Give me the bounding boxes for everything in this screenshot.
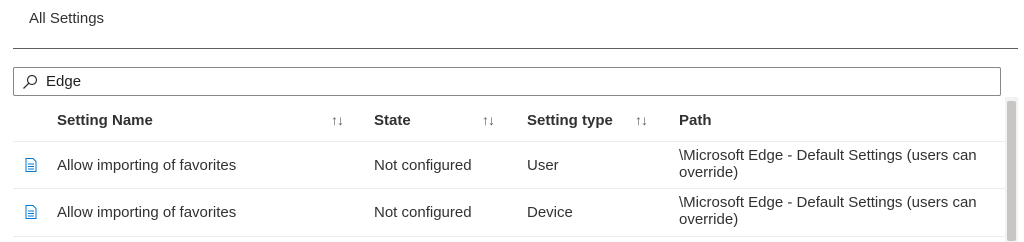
sort-state-icon[interactable]: ↑↓ — [482, 112, 495, 128]
row-divider — [13, 141, 1005, 142]
header-divider — [13, 48, 1018, 49]
setting-name-cell[interactable]: Allow importing of favorites — [57, 204, 236, 221]
column-header-setting-name[interactable]: Setting Name — [57, 112, 153, 129]
column-header-path[interactable]: Path — [679, 112, 712, 129]
document-icon — [25, 158, 37, 172]
path-cell: \Microsoft Edge - Default Settings (user… — [679, 147, 977, 181]
column-header-state[interactable]: State — [374, 112, 411, 129]
search-icon — [23, 74, 38, 89]
sort-setting-name-icon[interactable]: ↑↓ — [331, 112, 344, 128]
vertical-scrollbar[interactable] — [1005, 97, 1018, 242]
setting-type-cell: User — [527, 157, 559, 174]
document-icon — [25, 205, 37, 219]
column-header-setting-type[interactable]: Setting type — [527, 112, 613, 129]
setting-type-cell: Device — [527, 204, 573, 221]
path-cell: \Microsoft Edge - Default Settings (user… — [679, 194, 977, 228]
search-box[interactable]: Edge — [13, 67, 1001, 96]
page-title: All Settings — [29, 10, 105, 27]
state-cell: Not configured — [374, 157, 472, 174]
row-divider — [13, 188, 1005, 189]
sort-setting-type-icon[interactable]: ↑↓ — [635, 112, 648, 128]
row-divider — [13, 236, 1005, 237]
search-input[interactable]: Edge — [46, 73, 81, 90]
setting-name-cell[interactable]: Allow importing of favorites — [57, 157, 236, 174]
scrollbar-thumb[interactable] — [1007, 101, 1016, 241]
state-cell: Not configured — [374, 204, 472, 221]
